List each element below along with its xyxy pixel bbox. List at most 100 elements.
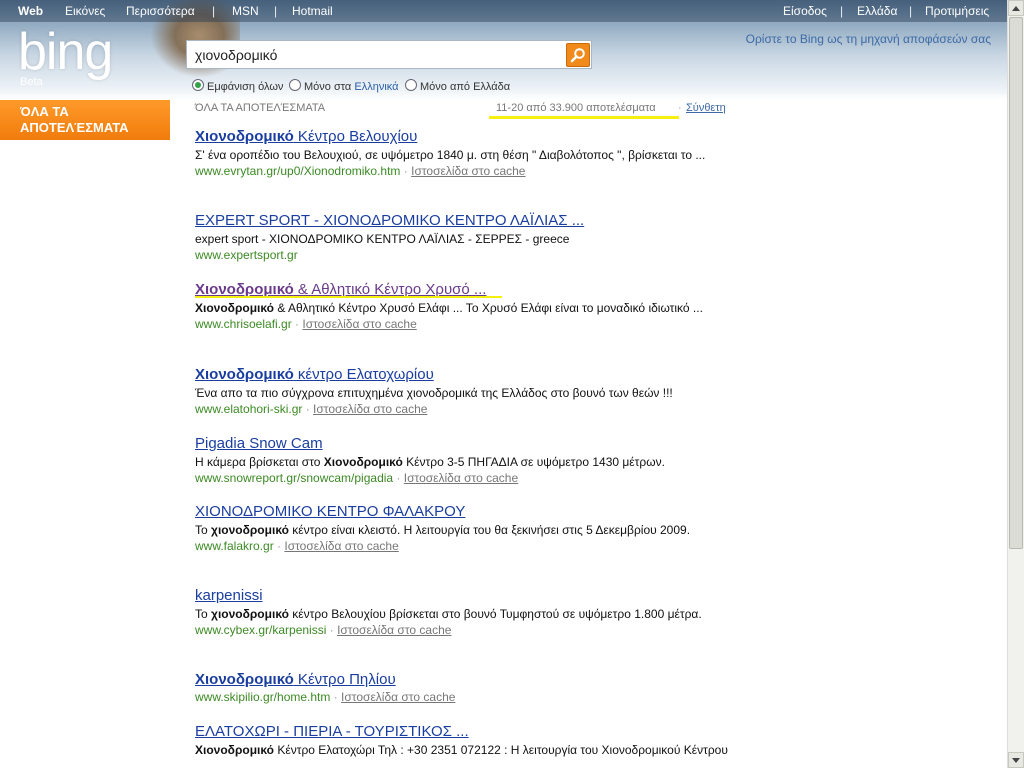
result-url[interactable]: www.elatohori-ski.gr xyxy=(195,402,302,416)
result-title-link[interactable]: ΕΛΑΤΟΧΩΡΙ - ΠΙΕΡΙΑ - ΤΟΥΡΙΣΤΙΚΟΣ ... xyxy=(195,723,735,741)
result-item: karpenissi Το χιονοδρομικό κέντρο Βελουχ… xyxy=(195,587,735,638)
result-title-link[interactable]: Pigadia Snow Cam xyxy=(195,435,735,453)
result-title-text: karpenissi xyxy=(195,587,263,604)
vertical-scrollbar[interactable] xyxy=(1007,0,1024,768)
scope-all-option[interactable]: Εμφάνιση όλων xyxy=(192,79,283,93)
search-box[interactable] xyxy=(186,40,592,69)
result-item: EXPERT SPORT - ΧΙΟΝΟΔΡΟΜΙΚΟ ΚΕΝΤΡΟ ΛΑΪΛΙ… xyxy=(195,212,735,263)
result-title-text: ΕΛΑΤΟΧΩΡΙ - ΠΙΕΡΙΑ - ΤΟΥΡΙΣΤΙΚΟΣ ... xyxy=(195,723,469,740)
result-title-text: κέντρο Ελατοχωρίου xyxy=(293,366,434,383)
result-snippet: Χιονοδρομικό Κέντρο Ελατοχώρι Τηλ : +30 … xyxy=(195,742,735,758)
nav-images[interactable]: Εικόνες xyxy=(65,4,105,18)
logo-beta-label: Beta xyxy=(20,76,43,88)
result-snippet: Το χιονοδρομικό κέντρο είναι κλειστό. Η … xyxy=(195,522,735,538)
snippet-text: κέντρο Βελουχίου βρίσκεται στο βουνό Τυμ… xyxy=(288,607,702,621)
cache-link[interactable]: Ιστοσελίδα στο cache xyxy=(341,690,455,704)
result-title-link[interactable]: EXPERT SPORT - ΧΙΟΝΟΔΡΟΜΙΚΟ ΚΕΝΤΡΟ ΛΑΪΛΙ… xyxy=(195,212,735,230)
cache-link[interactable]: Ιστοσελίδα στο cache xyxy=(302,317,416,331)
search-icon xyxy=(570,48,585,63)
scope-greece-option[interactable]: Μόνο από Ελλάδα xyxy=(405,79,510,93)
snippet-bold: χιονοδρομικό xyxy=(211,523,289,537)
scope-greek-label-prefix: Μόνο στα xyxy=(304,81,355,93)
result-title-text: Κέντρο Πηλίου xyxy=(293,671,396,688)
snippet-bold: Χιονοδρομικό xyxy=(195,301,275,315)
nav-separator: | xyxy=(274,4,278,18)
nav-web[interactable]: Web xyxy=(18,4,43,18)
snippet-text: Η κάμερα βρίσκεται στο xyxy=(195,455,324,469)
result-url[interactable]: www.cybex.gr/karpenissi xyxy=(195,623,326,637)
result-title-link[interactable]: karpenissi xyxy=(195,587,735,605)
result-item: Χιονοδρομικό κέντρο Ελατοχωρίου Ένα απο … xyxy=(195,366,735,417)
snippet-text: κέντρο είναι κλειστό. Η λειτουργία του θ… xyxy=(288,523,691,537)
advanced-search-link[interactable]: Σύνθετη xyxy=(686,102,726,114)
preferences-link[interactable]: Προτιμήσεις xyxy=(925,4,989,18)
radio-selected-icon[interactable] xyxy=(192,79,204,91)
nav-hotmail[interactable]: Hotmail xyxy=(292,4,333,18)
snippet-bold: Χιονοδρομικό xyxy=(323,455,403,469)
snippet-text: Κέντρο 3-5 ΠΗΓΑΔΙΑ σε υψόμετρο 1430 μέτρ… xyxy=(402,455,665,469)
result-snippet: Η κάμερα βρίσκεται στο Χιονοδρομικό Κέντ… xyxy=(195,454,735,470)
arrow-up-icon xyxy=(1012,6,1020,11)
snippet-text: & Αθλητικό Κέντρο Χρυσό Ελάφι ... Το Χρυ… xyxy=(274,301,703,315)
result-title-link[interactable]: Χιονοδρομικό κέντρο Ελατοχωρίου xyxy=(195,366,735,384)
scroll-down-button[interactable] xyxy=(1008,752,1024,768)
result-item: ΧΙΟΝΟΔΡΟΜΙΚΟ ΚΕΝΤΡΟ ΦΑΛΑΚΡΟΥ Το χιονοδρο… xyxy=(195,503,735,554)
scope-greece-label: Μόνο από Ελλάδα xyxy=(420,81,511,93)
signin-link[interactable]: Είσοδος xyxy=(783,4,827,18)
nav-separator: | xyxy=(840,4,844,18)
result-snippet: Σ' ένα οροπέδιο του Βελουχιού, σε υψόμετ… xyxy=(195,148,706,162)
region-link[interactable]: Ελλάδα xyxy=(857,4,897,18)
result-title-text: Pigadia Snow Cam xyxy=(195,435,323,452)
radio-icon[interactable] xyxy=(289,79,301,91)
scrollbar-thumb[interactable] xyxy=(1009,17,1023,549)
highlight-underline xyxy=(195,296,502,298)
cache-link[interactable]: Ιστοσελίδα στο cache xyxy=(313,402,427,416)
result-item: Pigadia Snow Cam Η κάμερα βρίσκεται στο … xyxy=(195,435,735,486)
arrow-down-icon xyxy=(1012,758,1020,763)
result-title-bold: Χιονοδρομικό xyxy=(195,128,294,145)
snippet-text: Το xyxy=(195,607,212,621)
result-title-link[interactable]: Χιονοδρομικό Κέντρο Πηλίου xyxy=(195,671,735,689)
result-title-link[interactable]: ΧΙΟΝΟΔΡΟΜΙΚΟ ΚΕΝΤΡΟ ΦΑΛΑΚΡΟΥ xyxy=(195,503,735,521)
result-title-link[interactable]: Χιονοδρομικό Κέντρο Βελουχίου xyxy=(195,128,735,146)
result-snippet: Χιονοδρομικό & Αθλητικό Κέντρο Χρυσό Ελά… xyxy=(195,300,735,316)
left-nav-all-results[interactable]: ΌΛΑ ΤΑ ΑΠΟΤΕΛΈΣΜΑΤΑ xyxy=(0,100,170,140)
result-title-text: ΧΙΟΝΟΔΡΟΜΙΚΟ ΚΕΝΤΡΟ ΦΑΛΑΚΡΟΥ xyxy=(195,503,466,520)
result-title-bold: Χιονοδρομικό xyxy=(195,671,294,688)
scroll-up-button[interactable] xyxy=(1008,0,1024,16)
cache-link[interactable]: Ιστοσελίδα στο cache xyxy=(404,471,518,485)
nav-separator: | xyxy=(909,4,913,18)
result-url[interactable]: www.evrytan.gr/up0/Xionodromiko.htm xyxy=(195,164,400,178)
results-caption: ΌΛΑ ΤΑ ΑΠΟΤΕΛΈΣΜΑΤΑ xyxy=(195,102,326,114)
result-item: Χιονοδρομικό Κέντρο Βελουχίου Σ' ένα ορο… xyxy=(195,128,735,179)
results-count: 11-20 από 33.900 αποτελέσματα xyxy=(496,102,656,114)
result-url[interactable]: www.chrisoelafi.gr xyxy=(195,317,292,331)
bing-logo[interactable]: bing xyxy=(18,26,113,78)
snippet-bold: Χιονοδρομικό xyxy=(195,743,275,757)
result-url[interactable]: www.falakro.gr xyxy=(195,539,274,553)
cache-link[interactable]: Ιστοσελίδα στο cache xyxy=(284,539,398,553)
cache-link[interactable]: Ιστοσελίδα στο cache xyxy=(337,623,451,637)
result-title-text: Κέντρο Βελουχίου xyxy=(293,128,418,145)
search-button[interactable] xyxy=(566,43,590,67)
cache-link[interactable]: Ιστοσελίδα στο cache xyxy=(411,164,525,178)
radio-icon[interactable] xyxy=(405,79,417,91)
result-snippet: Το χιονοδρομικό κέντρο Βελουχίου βρίσκετ… xyxy=(195,606,735,622)
nav-separator: | xyxy=(212,4,216,18)
nav-msn[interactable]: MSN xyxy=(232,4,259,18)
set-default-link[interactable]: Ορίστε το Bing ως τη μηχανή αποφάσεών σα… xyxy=(746,32,991,46)
snippet-text: Κέντρο Ελατοχώρι Τηλ : +30 2351 072122 :… xyxy=(274,743,728,757)
scope-greek-language-option[interactable]: Μόνο στα Ελληνικά xyxy=(289,79,398,93)
left-nav-all-results-label: ΌΛΑ ΤΑ ΑΠΟΤΕΛΈΣΜΑΤΑ xyxy=(20,104,129,135)
results-separator-dot: · xyxy=(678,102,682,114)
result-snippet: Ένα απο τα πιο σύγχρονα επιτυχημένα χιον… xyxy=(195,386,673,400)
result-item: ΕΛΑΤΟΧΩΡΙ - ΠΙΕΡΙΑ - ΤΟΥΡΙΣΤΙΚΟΣ ... Χιο… xyxy=(195,723,735,758)
result-url[interactable]: www.snowreport.gr/snowcam/pigadia xyxy=(195,471,393,485)
result-url[interactable]: www.skipilio.gr/home.htm xyxy=(195,690,330,704)
search-input[interactable] xyxy=(195,46,555,64)
result-snippet: expert sport - ΧΙΟΝΟΔΡΟΜΙΚΟ ΚΕΝΤΡΟ ΛΑΪΛΙ… xyxy=(195,232,570,246)
snippet-bold: χιονοδρομικό xyxy=(211,607,289,621)
nav-more[interactable]: Περισσότερα xyxy=(126,4,195,18)
result-url[interactable]: www.expertsport.gr xyxy=(195,248,298,262)
highlight-underline xyxy=(489,116,679,119)
